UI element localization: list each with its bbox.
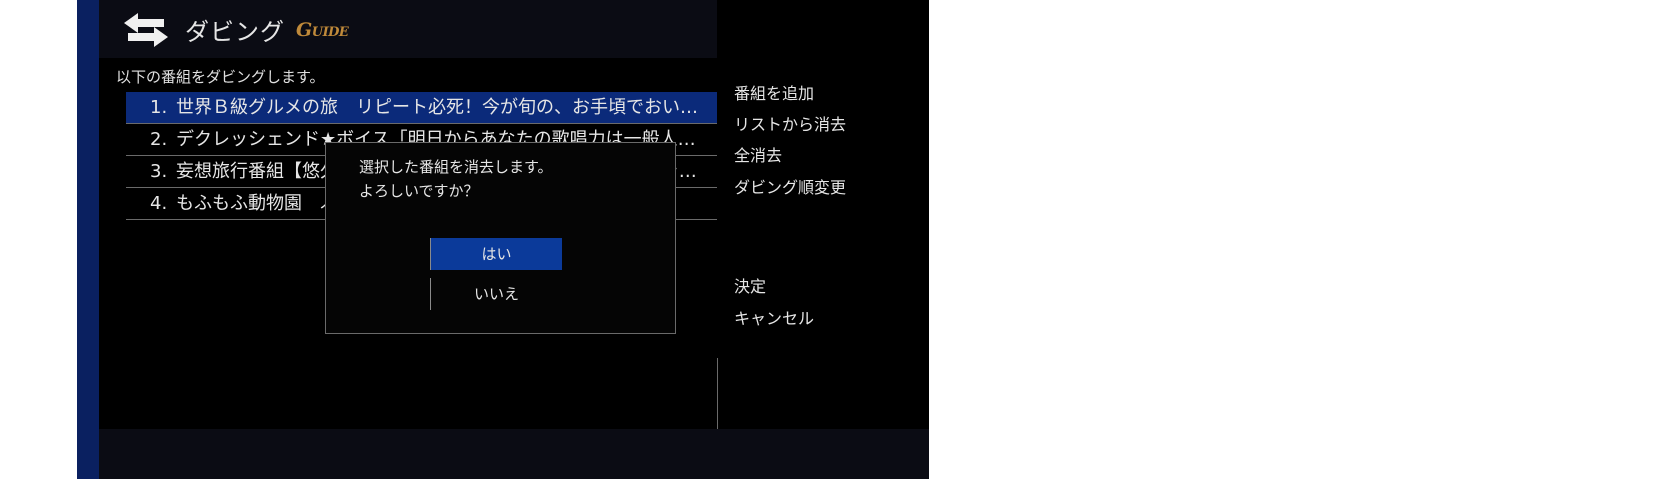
dubbing-screen: ダビング GUIDE 以下の番組をダビングします。 1. 世界Ｂ級グルメの旅 リ… <box>77 0 929 479</box>
guide-logo-text: UIDE <box>311 25 349 40</box>
menu-cancel[interactable]: キャンセル <box>734 305 814 329</box>
program-title: 世界Ｂ級グルメの旅 リピート必死！今が旬の、お手頃でおいし… <box>176 97 712 118</box>
dialog-message-line1: 選択した番組を消去します。 <box>359 158 553 176</box>
dialog-yes-button[interactable]: はい <box>430 238 562 270</box>
footer-bar <box>99 429 929 479</box>
confirm-delete-dialog: 選択した番組を消去します。 よろしいですか？ はい いいえ <box>325 142 676 334</box>
menu-divider <box>717 358 718 429</box>
dialog-message-line2: よろしいですか？ <box>359 182 479 200</box>
left-accent-band <box>77 0 99 479</box>
program-number: 3. <box>150 161 168 182</box>
program-number: 4. <box>150 193 168 214</box>
instruction-text: 以下の番組をダビングします。 <box>116 68 325 86</box>
menu-remove-all[interactable]: 全消去 <box>734 142 782 166</box>
program-number: 2. <box>150 129 168 150</box>
menu-remove-from-list[interactable]: リストから消去 <box>734 111 846 135</box>
menu-add-program[interactable]: 番組を追加 <box>734 80 814 104</box>
guide-logo-letter: G <box>296 19 312 41</box>
menu-confirm[interactable]: 決定 <box>734 273 766 297</box>
swap-arrows-icon <box>124 13 168 47</box>
program-number: 1. <box>150 97 168 118</box>
menu-change-dubbing-order[interactable]: ダビング順変更 <box>734 174 846 198</box>
program-row-1[interactable]: 1. 世界Ｂ級グルメの旅 リピート必死！今が旬の、お手頃でおいし… <box>126 92 717 124</box>
dialog-no-button[interactable]: いいえ <box>430 278 562 310</box>
screen-title: ダビング <box>185 18 285 46</box>
guide-logo: GUIDE <box>296 19 349 41</box>
